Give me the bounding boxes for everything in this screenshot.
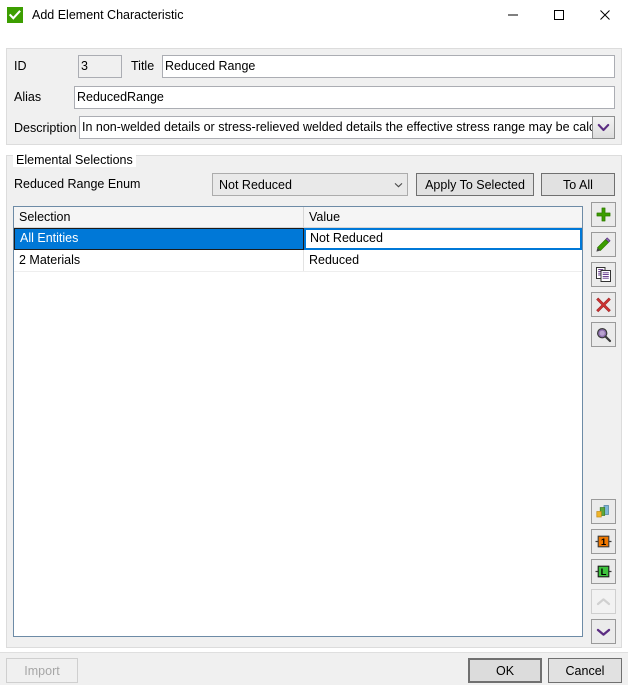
elemental-selections-title: Elemental Selections [13,154,136,167]
import-button: Import [6,658,78,683]
svg-text:1: 1 [601,537,607,548]
checkmark-icon [7,7,23,23]
title-label: Title [131,59,154,73]
show-blocks-icon[interactable] [591,499,616,524]
description-expand-chevron-down-icon[interactable] [592,116,615,139]
ok-button[interactable]: OK [468,658,542,683]
alias-label: Alias [14,90,41,104]
id-label: ID [14,59,27,73]
reduced-range-enum-value: Not Reduced [213,178,390,192]
cell-selection[interactable]: All Entities [14,228,304,250]
maximize-icon[interactable] [536,0,582,30]
column-header-value[interactable]: Value [304,207,582,227]
alias-field[interactable]: ReducedRange [74,86,615,109]
id-field[interactable]: 3 [78,55,122,78]
close-icon[interactable] [582,0,628,30]
table-row[interactable]: 2 Materials Reduced [14,250,582,272]
cancel-button[interactable]: Cancel [548,658,622,683]
window-controls [490,0,628,30]
edit-pencil-icon[interactable] [591,232,616,257]
label-badge-icon[interactable]: L [591,559,616,584]
table-row[interactable]: All Entities Not Reduced [14,228,582,250]
window-title: Add Element Characteristic [32,8,183,22]
apply-to-selected-button[interactable]: Apply To Selected [416,173,534,196]
svg-text:L: L [601,567,607,578]
selections-table: Selection Value All Entities Not Reduced… [13,206,583,637]
reduced-range-enum-select[interactable]: Not Reduced [212,173,408,196]
chevron-down-icon [390,182,407,188]
delete-icon[interactable] [591,292,616,317]
move-up-icon [591,589,616,614]
add-icon[interactable] [591,202,616,227]
reduced-range-enum-label: Reduced Range Enum [14,177,140,191]
copy-icon[interactable] [591,262,616,287]
title-bar: Add Element Characteristic [0,0,628,30]
title-field[interactable]: Reduced Range [162,55,615,78]
minimize-icon[interactable] [490,0,536,30]
to-all-button[interactable]: To All [541,173,615,196]
move-down-icon[interactable] [591,619,616,644]
column-header-selection[interactable]: Selection [14,207,304,227]
cell-value[interactable]: Reduced [304,250,582,271]
cell-selection[interactable]: 2 Materials [14,250,304,271]
cell-value-editor[interactable]: Not Reduced [304,228,582,250]
number-badge-icon[interactable]: 1 [591,529,616,554]
description-label: Description [14,121,77,135]
search-icon[interactable] [591,322,616,347]
description-field[interactable]: In non-welded details or stress-relieved… [79,116,592,139]
table-header-row: Selection Value [14,207,582,228]
